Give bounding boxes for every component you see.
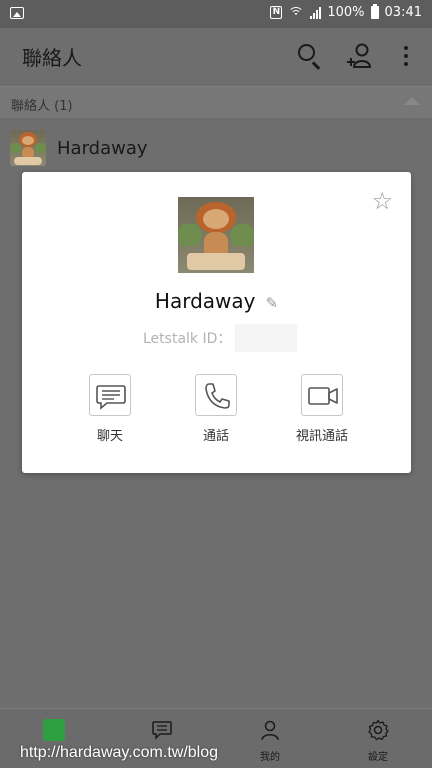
- profile-name: Hardaway: [154, 289, 256, 313]
- edit-icon[interactable]: ✎: [266, 294, 279, 312]
- contact-profile-card: ☆ Hardaway ✎ Letstalk ID： 聊天 通話 視訊通話: [22, 172, 411, 473]
- video-camera-icon: [308, 387, 338, 405]
- contact-name: Hardaway: [57, 138, 148, 159]
- letstalk-id-row: Letstalk ID：: [143, 324, 298, 352]
- status-bar: N 100% 03:41: [0, 0, 432, 28]
- video-call-label: 視訊通話: [295, 429, 348, 444]
- gear-icon: [368, 719, 389, 741]
- battery-percent: 100%: [327, 5, 365, 20]
- tab-me-label: 我的: [260, 752, 280, 763]
- tab-settings[interactable]: 設定: [324, 709, 432, 768]
- wifi-icon: [288, 6, 305, 19]
- chat-icon: [96, 385, 126, 410]
- profile-name-row: Hardaway ✎: [22, 289, 411, 313]
- avatar: [10, 130, 46, 166]
- contacts-icon: [43, 719, 65, 741]
- page-title: 聯絡人: [22, 46, 82, 70]
- gallery-notification-icon: [10, 7, 24, 19]
- letstalk-id-label: Letstalk ID：: [143, 331, 232, 347]
- phone-icon: [205, 383, 230, 409]
- section-label: 聯絡人 (1): [11, 99, 73, 114]
- battery-icon: [370, 4, 379, 19]
- chat-button[interactable]: 聊天: [65, 374, 155, 444]
- call-button[interactable]: 通話: [171, 374, 261, 444]
- contacts-section-header[interactable]: 聯絡人 (1): [0, 86, 432, 118]
- list-item[interactable]: Hardaway: [0, 119, 432, 179]
- more-options-icon[interactable]: [398, 42, 426, 70]
- video-call-button[interactable]: 視訊通話: [277, 374, 367, 444]
- app-bar: 聯絡人: [0, 28, 432, 84]
- star-icon[interactable]: ☆: [371, 189, 393, 213]
- tab-me[interactable]: 我的: [216, 709, 324, 768]
- tab-settings-label: 設定: [368, 752, 388, 763]
- call-label: 通話: [202, 429, 229, 444]
- search-icon[interactable]: [296, 42, 324, 70]
- chat-label: 聊天: [96, 429, 123, 444]
- chevron-up-icon[interactable]: [404, 97, 420, 105]
- chat-bubble-icon: [152, 721, 172, 740]
- signal-icon: [310, 6, 322, 19]
- watermark: http://hardaway.com.tw/blog: [20, 744, 219, 761]
- nfc-icon: N: [270, 6, 283, 19]
- person-icon: [261, 720, 279, 741]
- letstalk-id-value: [235, 324, 298, 352]
- add-contact-icon[interactable]: [346, 42, 374, 70]
- profile-photo[interactable]: [178, 197, 254, 273]
- clock: 03:41: [384, 5, 422, 20]
